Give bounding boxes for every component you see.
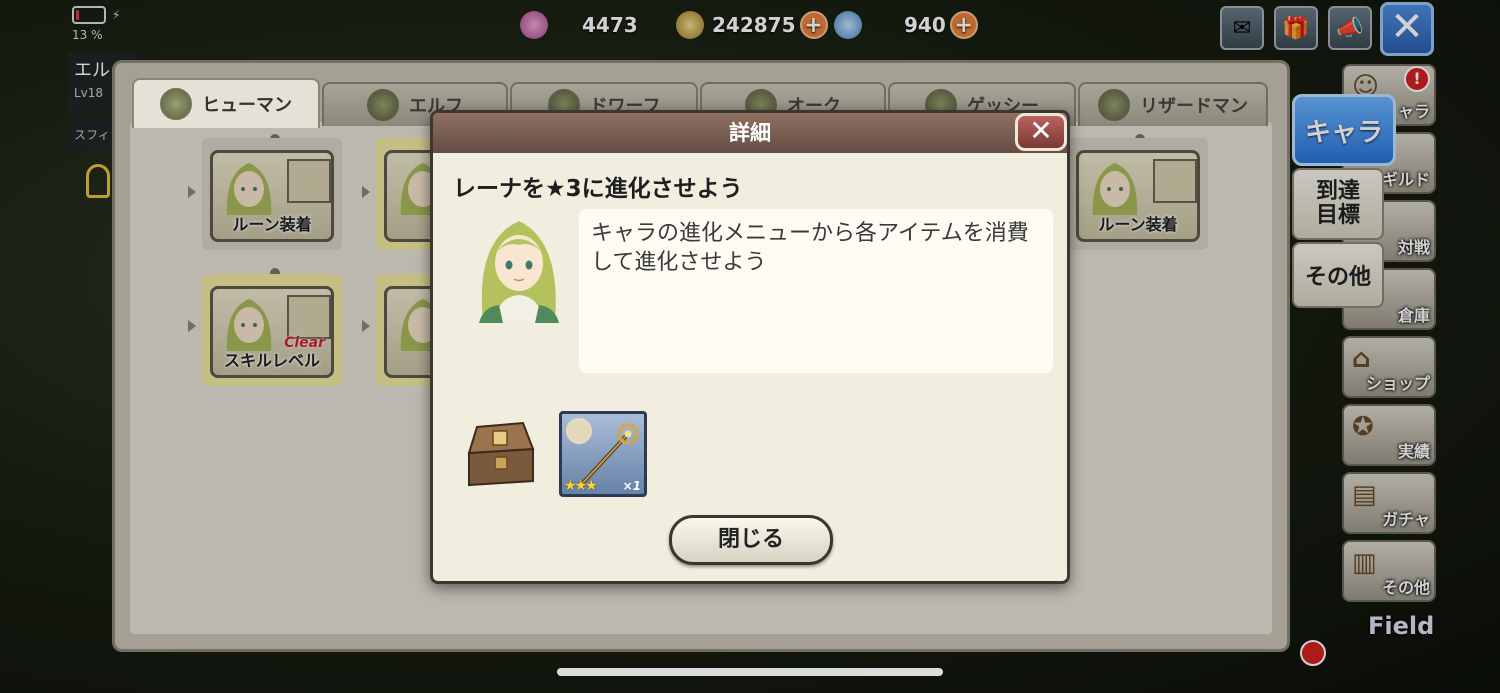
detail-dialog: 詳細 ✕ レーナを★3に進化させよう キャラの進化メニューから各アイテムを消費し… xyxy=(430,110,1070,584)
dialog-description: キャラの進化メニューから各アイテムを消費して進化させよう xyxy=(579,209,1053,373)
dialog-heading: レーナを★3に進化させよう xyxy=(453,176,743,202)
reward-item-card[interactable]: ★★★ ×1 xyxy=(559,411,647,497)
treasure-chest-icon xyxy=(467,421,535,487)
tab-human[interactable]: ヒューマン xyxy=(132,78,320,128)
item-quantity: ×1 xyxy=(622,479,641,493)
dialog-close-icon[interactable]: ✕ xyxy=(1015,113,1067,151)
character-thumbnail xyxy=(566,418,592,444)
dialog-title: 詳細 xyxy=(433,113,1067,153)
rarity-stars: ★★★ xyxy=(564,478,598,494)
home-indicator[interactable] xyxy=(557,668,943,676)
human-icon xyxy=(160,88,192,120)
dialog-close-button[interactable]: 閉じる xyxy=(669,515,833,565)
character-portrait xyxy=(479,221,559,323)
tab-label: ヒューマン xyxy=(202,95,292,116)
